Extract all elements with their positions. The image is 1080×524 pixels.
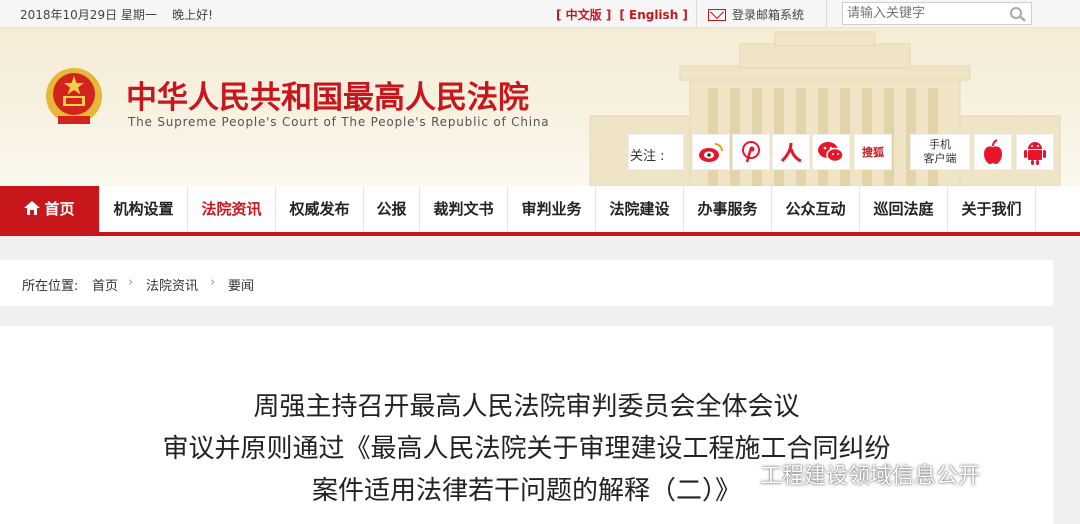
nav-label: 首页 — [44, 200, 75, 218]
language-switch: [ 中文版 ] [ English ] — [552, 6, 692, 23]
nav-label: 巡回法庭 — [873, 200, 934, 218]
watermark-text: 工程建设领域信息公开 — [760, 464, 981, 489]
top-utility-bar: 2018年10月29日 星期一 晚上好! [ 中文版 ][ English ] … — [0, 0, 1080, 28]
nav-item-judgments[interactable]: 裁判文书 — [420, 186, 508, 232]
divider — [696, 0, 697, 28]
mobile-client-link[interactable]: 手机 客户端 — [910, 134, 970, 170]
nav-item-trial-business[interactable]: 审判业务 — [508, 186, 596, 232]
breadcrumb-prefix: 所在位置: — [22, 279, 79, 294]
chevron-right-icon: › — [210, 275, 216, 290]
site-header: 中华人民共和国最高人民法院 The Supreme People's Court… — [0, 28, 1080, 186]
nav-item-releases[interactable]: 权威发布 — [276, 186, 364, 232]
breadcrumb: 所在位置: 首页 › 法院资讯 › 要闻 — [0, 260, 1053, 306]
nav-item-circuit-courts[interactable]: 巡回法庭 — [860, 186, 948, 232]
nav-label: 办事服务 — [697, 200, 758, 218]
sohu-label: 搜狐 — [862, 146, 884, 159]
tencent-weibo-icon[interactable] — [732, 134, 770, 170]
sohu-link[interactable]: 搜狐 — [854, 134, 892, 170]
home-icon — [24, 201, 41, 215]
lang-chinese-link[interactable]: [ 中文版 ] — [556, 8, 611, 22]
nav-label: 公报 — [376, 200, 407, 218]
mobile-line1: 手机 — [929, 138, 951, 151]
android-icon[interactable] — [1016, 134, 1054, 170]
wechat-watermark: 工程建设领域信息公开 — [726, 458, 980, 490]
national-emblem-logo — [46, 68, 102, 124]
divider — [826, 0, 827, 28]
apple-icon[interactable] — [974, 134, 1012, 170]
people-icon[interactable] — [772, 134, 810, 170]
follow-label: 关注 : — [630, 149, 665, 164]
search-input[interactable] — [843, 3, 1003, 24]
lang-english-link[interactable]: [ English ] — [619, 8, 688, 22]
breadcrumb-home-link[interactable]: 首页 — [92, 275, 118, 294]
nav-item-about-us[interactable]: 关于我们 — [948, 186, 1036, 232]
nav-label: 审判业务 — [521, 200, 582, 218]
nav-label: 机构设置 — [113, 200, 174, 218]
mail-login-link[interactable]: 登录邮箱系统 — [708, 6, 804, 23]
greeting-label: 晚上好! — [172, 8, 213, 22]
weibo-icon[interactable] — [692, 134, 730, 170]
nav-label: 公众互动 — [785, 200, 846, 218]
nav-label: 关于我们 — [961, 200, 1022, 218]
nav-item-home[interactable]: 首页 — [0, 186, 100, 232]
breadcrumb-current[interactable]: 要闻 — [228, 275, 254, 294]
nav-label: 裁判文书 — [433, 200, 494, 218]
nav-item-gazette[interactable]: 公报 — [364, 186, 420, 232]
site-title[interactable]: 中华人民共和国最高人民法院 — [126, 72, 529, 117]
nav-label: 法院资讯 — [201, 200, 262, 218]
date-text: 2018年10月29日 星期一 晚上好! — [20, 6, 213, 23]
date-label: 2018年10月29日 星期一 — [20, 8, 157, 22]
wechat-icon[interactable] — [812, 134, 850, 170]
mobile-line2: 客户端 — [923, 152, 957, 165]
nav-item-services[interactable]: 办事服务 — [684, 186, 772, 232]
nav-label: 权威发布 — [289, 200, 350, 218]
wechat-icon — [726, 464, 753, 485]
nav-label: 法院建设 — [609, 200, 670, 218]
nav-item-court-news[interactable]: 法院资讯 — [188, 186, 276, 232]
nav-item-organization[interactable]: 机构设置 — [100, 186, 188, 232]
chevron-right-icon: › — [128, 275, 134, 290]
mail-icon — [708, 9, 726, 21]
mail-login-label: 登录邮箱系统 — [732, 8, 805, 22]
site-subtitle: The Supreme People's Court of The People… — [128, 115, 550, 129]
search-box — [842, 2, 1032, 25]
nav-item-court-building[interactable]: 法院建设 — [596, 186, 684, 232]
search-icon[interactable] — [1009, 6, 1027, 22]
nav-item-public-interaction[interactable]: 公众互动 — [772, 186, 860, 232]
article-title-line-1: 周强主持召开最高人民法院审判委员会全体会议 — [253, 392, 800, 422]
main-nav: 首页 机构设置 法院资讯 权威发布 公报 裁判文书 审判业务 法院建设 办事服务… — [0, 186, 1080, 236]
breadcrumb-news-link[interactable]: 法院资讯 — [146, 275, 198, 294]
